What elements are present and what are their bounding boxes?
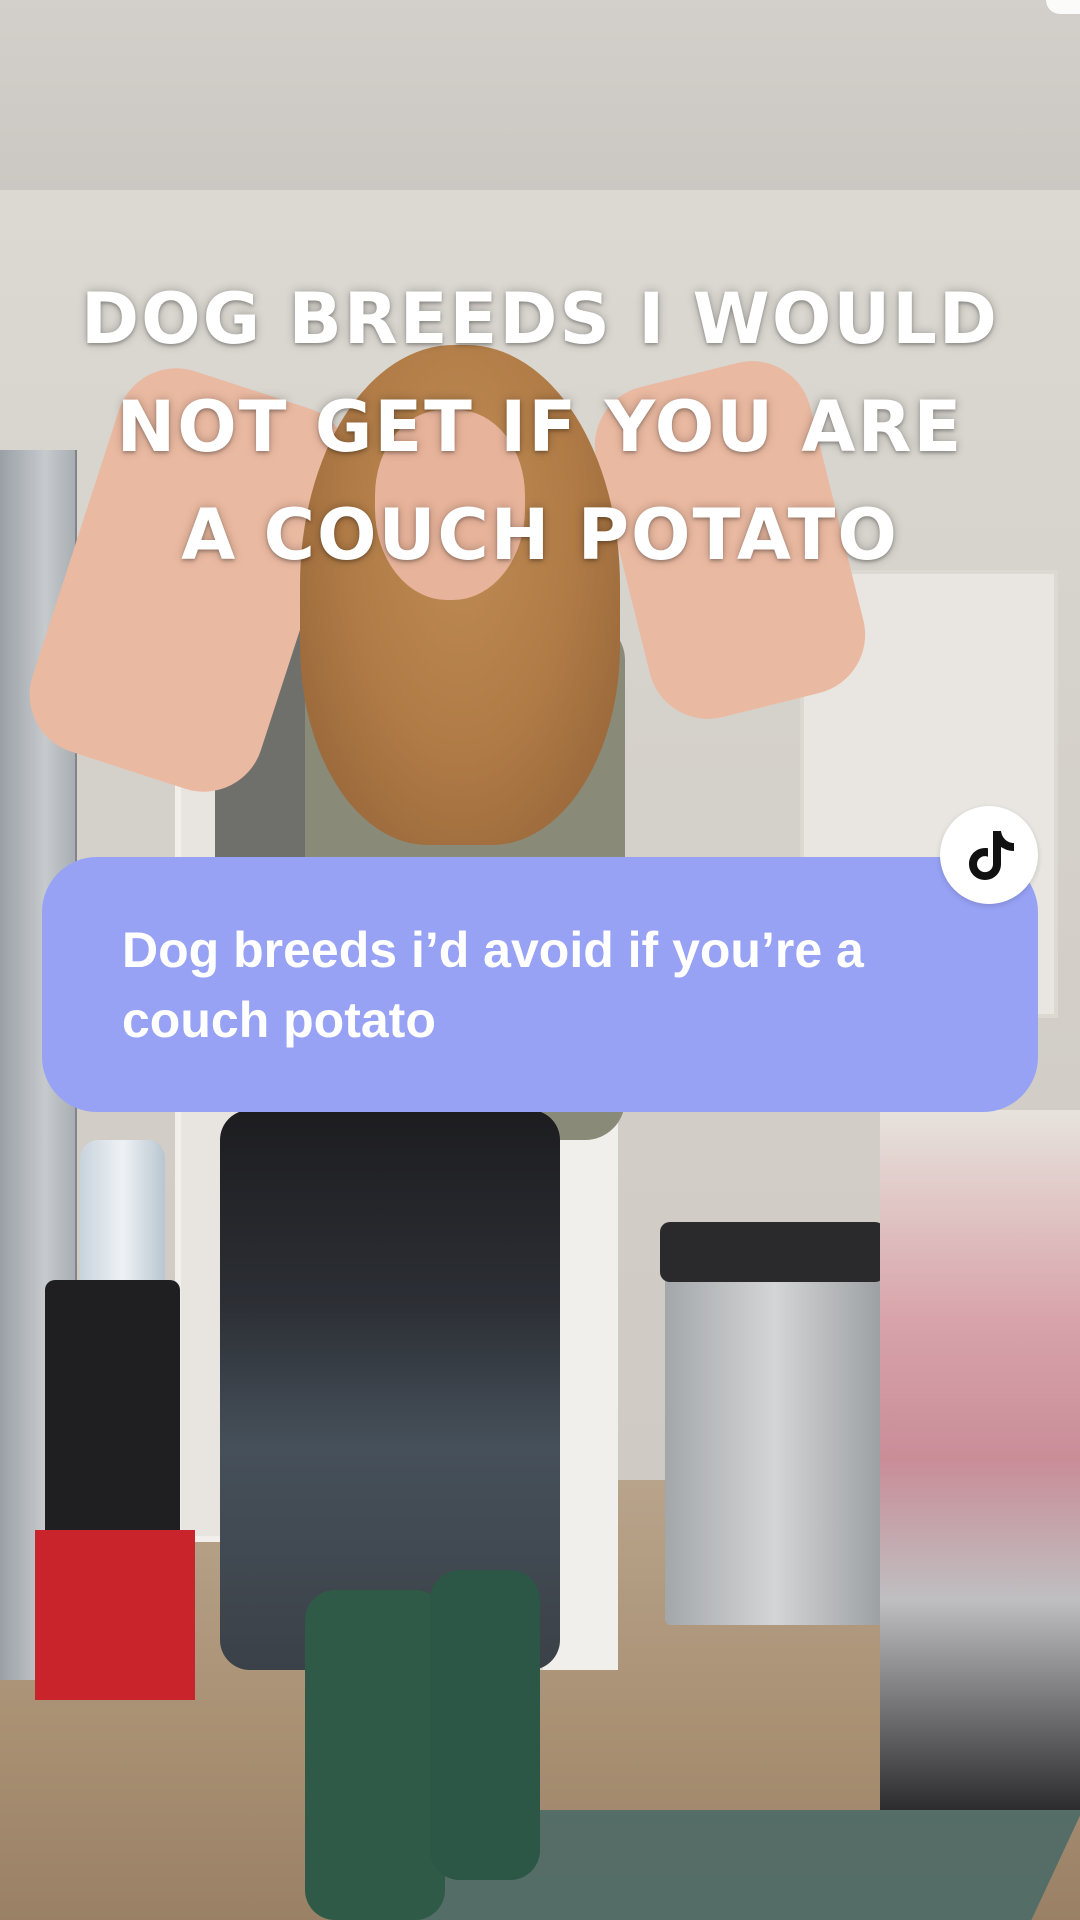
caption-text: Dog breeds i’d avoid if you’re a couch p…: [122, 922, 864, 1048]
caption-bubble: Dog breeds i’d avoid if you’re a couch p…: [42, 857, 1038, 1112]
drinks-pack: [45, 1280, 180, 1540]
headline-line-1: DOG BREEDS I WOULD: [81, 278, 999, 360]
headline-line-3: A COUCH POTATO: [181, 494, 899, 576]
tiktok-note-icon: [969, 831, 1014, 880]
person-right-sock: [430, 1570, 540, 1880]
ceiling: [0, 0, 1080, 190]
headline-line-2: NOT GET IF YOU ARE: [116, 386, 964, 468]
video-headline: DOG BREEDS I WOULD NOT GET IF YOU ARE A …: [40, 265, 1040, 589]
trash-bin: [665, 1225, 885, 1625]
tiktok-logo-icon[interactable]: [940, 806, 1038, 904]
person-left-sock: [305, 1590, 445, 1920]
water-bottle: [80, 1140, 165, 1300]
drinks-box: [35, 1530, 195, 1700]
trash-bin-lid: [660, 1222, 885, 1282]
laundry-pile: [880, 1110, 1080, 1810]
